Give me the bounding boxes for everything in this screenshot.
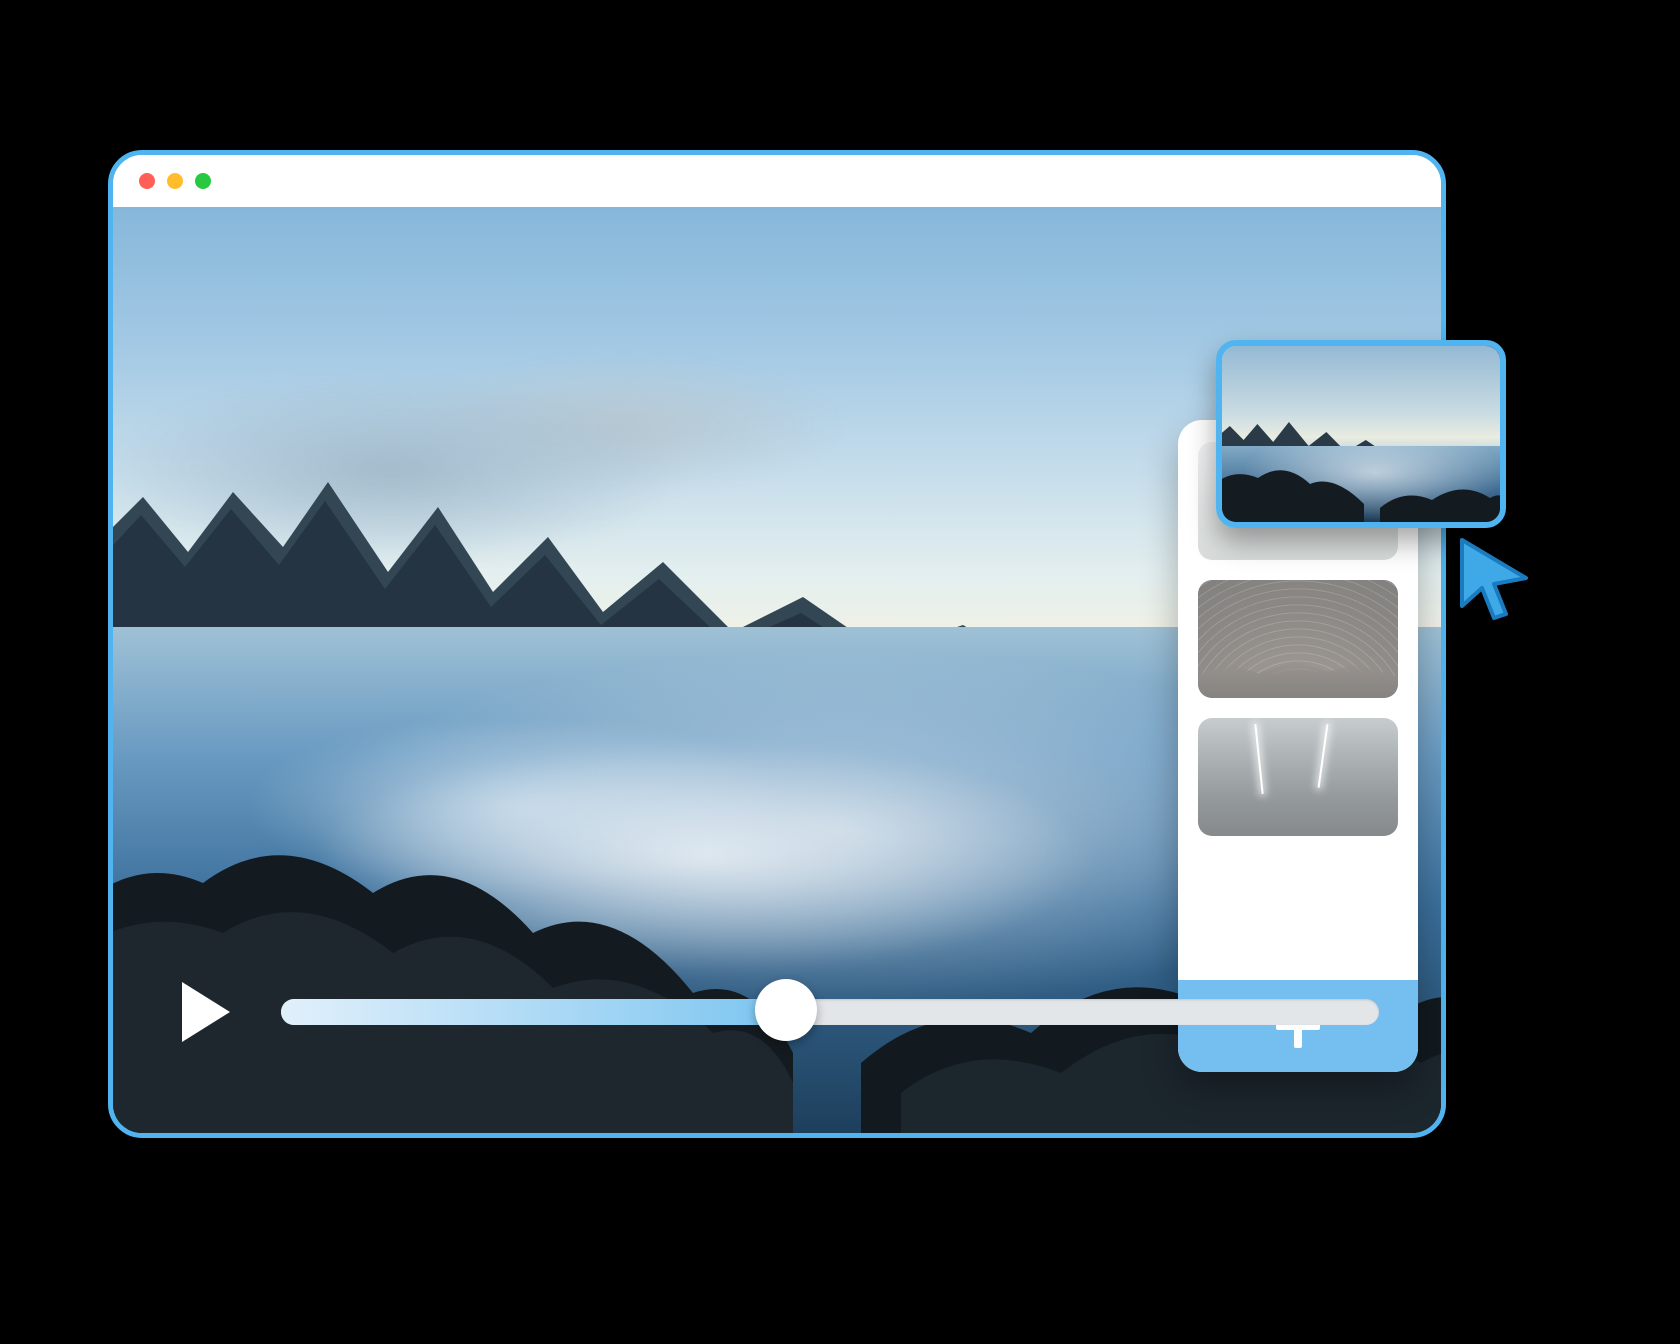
playlist-item-star-trails[interactable] xyxy=(1198,580,1398,698)
foreground-rocks-left xyxy=(113,733,793,1133)
progress-thumb[interactable] xyxy=(755,979,817,1041)
playlist-item-selected-landscape[interactable] xyxy=(1216,340,1506,528)
window-zoom-button[interactable] xyxy=(195,173,211,189)
cursor-icon xyxy=(1444,528,1540,624)
window-minimize-button[interactable] xyxy=(167,173,183,189)
playlist-item-lightning[interactable] xyxy=(1198,718,1398,836)
window-titlebar xyxy=(113,155,1441,207)
player-controls xyxy=(175,977,1379,1047)
play-button[interactable] xyxy=(175,977,237,1047)
window-close-button[interactable] xyxy=(139,173,155,189)
progress-bar[interactable] xyxy=(281,997,1379,1027)
